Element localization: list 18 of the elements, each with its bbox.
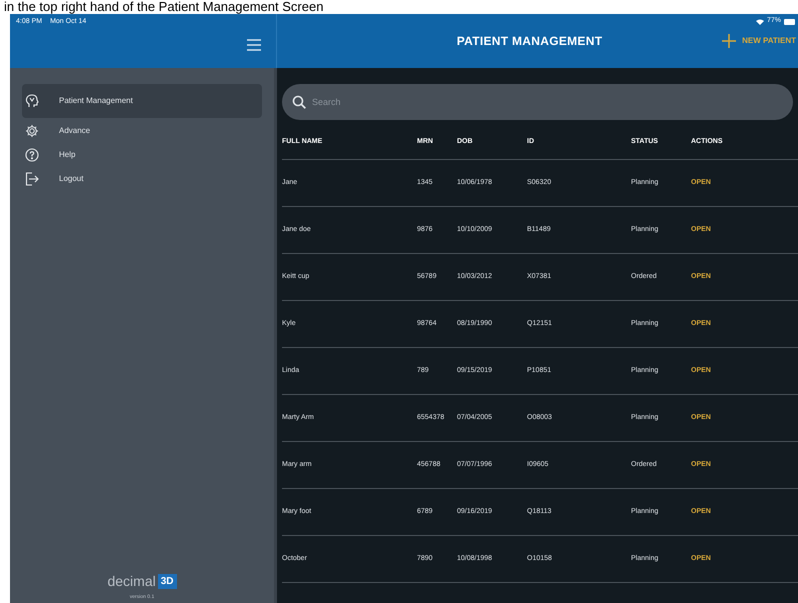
sidebar-item[interactable]: Logout (22, 168, 262, 190)
logo-text: decimal (107, 572, 156, 590)
logo-badge: 3D (158, 574, 177, 588)
head-icon (25, 94, 39, 108)
sidebar-item[interactable]: Patient Management (22, 84, 262, 118)
search-field[interactable]: Search (282, 84, 793, 120)
logout-icon (25, 172, 39, 186)
help-icon (25, 148, 39, 162)
plus-icon (722, 34, 736, 48)
menu-icon[interactable] (246, 38, 262, 52)
page-title: PATIENT MANAGEMENT (456, 33, 602, 50)
search-icon (292, 95, 306, 109)
battery-icon (784, 18, 796, 24)
gear-icon (25, 124, 39, 138)
sidebar-item[interactable]: Advance (22, 120, 262, 142)
sidebar-item[interactable]: Help (22, 144, 262, 166)
caption-text: in the top right hand of the Patient Management Screen (4, 0, 324, 14)
wifi-icon (756, 18, 764, 24)
